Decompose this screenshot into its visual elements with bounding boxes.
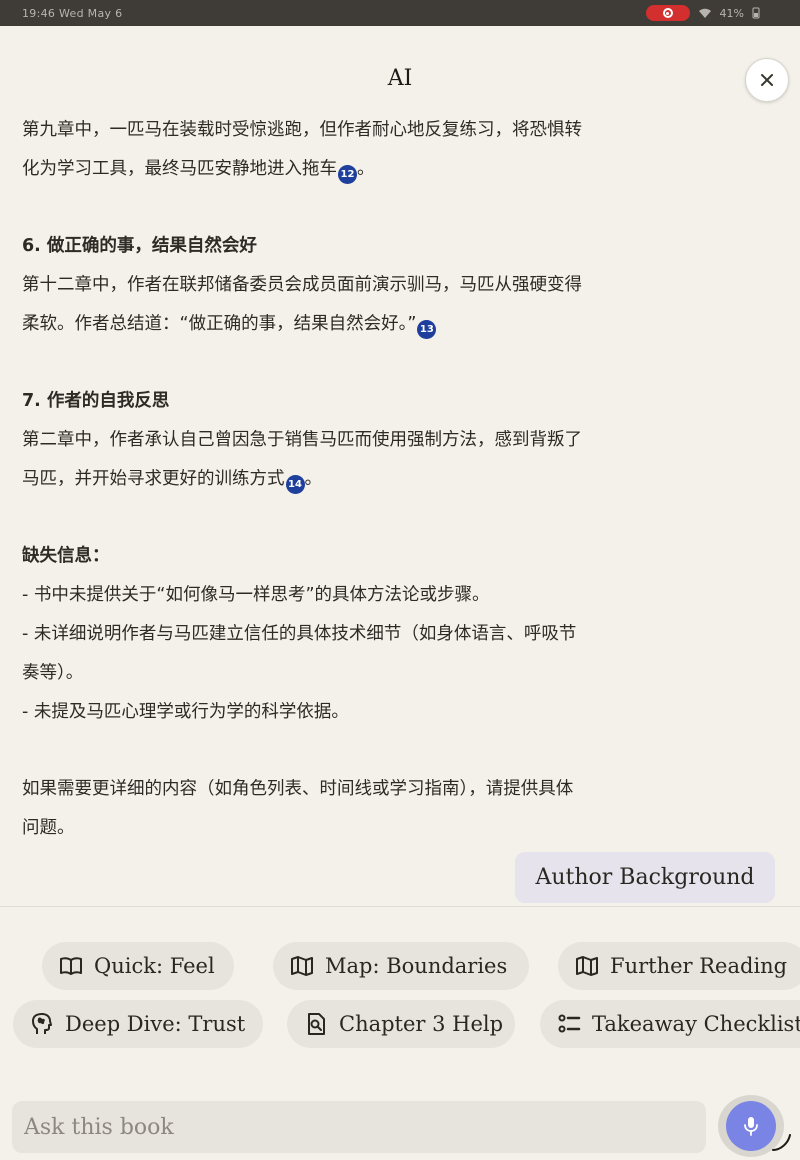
section-heading-7: 7. 作者的自我反思 xyxy=(22,391,170,411)
battery-icon xyxy=(752,7,760,19)
close-button[interactable] xyxy=(745,58,789,102)
status-time: 19:46 Wed May 6 xyxy=(22,7,123,20)
status-right: 41% xyxy=(645,5,760,21)
suggestion-deep-dive-trust[interactable]: Deep Dive: Trust xyxy=(13,1000,263,1048)
map-icon xyxy=(576,956,598,976)
document-search-icon xyxy=(308,1013,325,1035)
paragraph-chapter-12: 第十二章中，作者在联邦储备委员会成员面前演示驯马，马匹从强硬变得 柔软。作者总结… xyxy=(22,266,740,344)
suggestion-map-boundaries[interactable]: Map: Boundaries xyxy=(273,942,529,990)
ask-book-input[interactable] xyxy=(12,1101,706,1153)
citation-badge[interactable]: 14 xyxy=(285,475,305,494)
checklist-icon xyxy=(558,1014,581,1033)
mic-button-inner xyxy=(726,1101,776,1151)
missing-info-item: - 书中未提供关于“如何像马一样思考”的具体方法论或步骤。 xyxy=(22,585,490,605)
wifi-icon xyxy=(698,8,711,18)
suggestion-pills: Quick: Feel Map: Boundaries Further Read… xyxy=(0,930,800,1060)
microphone-icon xyxy=(744,1117,758,1136)
battery-percent: 41% xyxy=(719,6,744,20)
paragraph-chapter-9: 第九章中，一匹马在装载时受惊逃跑，但作者耐心地反复练习，将恐惧转 化为学习工具，… xyxy=(22,111,740,189)
suggestion-takeaway-checklist[interactable]: Takeaway Checklist xyxy=(540,1000,800,1048)
suggestion-quick-feel[interactable]: Quick: Feel xyxy=(42,942,234,990)
missing-info-heading: 缺失信息： xyxy=(22,546,110,566)
record-icon xyxy=(662,8,673,18)
author-background-chip[interactable]: Author Background xyxy=(515,852,775,903)
suggestion-chapter-3-help[interactable]: Chapter 3 Help xyxy=(287,1000,515,1048)
suggestion-further-reading[interactable]: Further Reading xyxy=(558,942,800,990)
divider xyxy=(0,906,800,907)
missing-info-item: - 未详细说明作者与马匹建立信任的具体技术细节（如身体语言、呼吸节 奏等）。 xyxy=(22,624,577,683)
page-title: AI xyxy=(387,66,413,91)
closing-paragraph: 如果需要更详细的内容（如角色列表、时间线或学习指南），请提供具体 问题。 xyxy=(22,779,574,838)
paragraph-chapter-2: 第二章中，作者承认自己曾因急于销售马匹而使用强制方法，感到背叛了 马匹，并开始寻… xyxy=(22,421,740,499)
screen-record-indicator[interactable] xyxy=(645,5,690,21)
citation-badge[interactable]: 12 xyxy=(338,165,357,184)
missing-info-item: - 未提及马匹心理学或行为学的科学依据。 xyxy=(22,702,349,722)
resize-handle-icon xyxy=(772,1134,791,1151)
answer-content: 第九章中，一匹马在装载时受惊逃跑，但作者耐心地反复练习，将恐惧转 化为学习工具，… xyxy=(22,111,740,848)
book-open-icon xyxy=(60,957,82,975)
section-heading-6: 6. 做正确的事，结果自然会好 xyxy=(22,236,257,256)
head-profile-icon xyxy=(32,1013,52,1034)
close-icon xyxy=(761,74,773,86)
map-icon xyxy=(291,956,313,976)
citation-badge[interactable]: 13 xyxy=(417,320,437,339)
status-bar: 19:46 Wed May 6 41% xyxy=(0,0,800,26)
